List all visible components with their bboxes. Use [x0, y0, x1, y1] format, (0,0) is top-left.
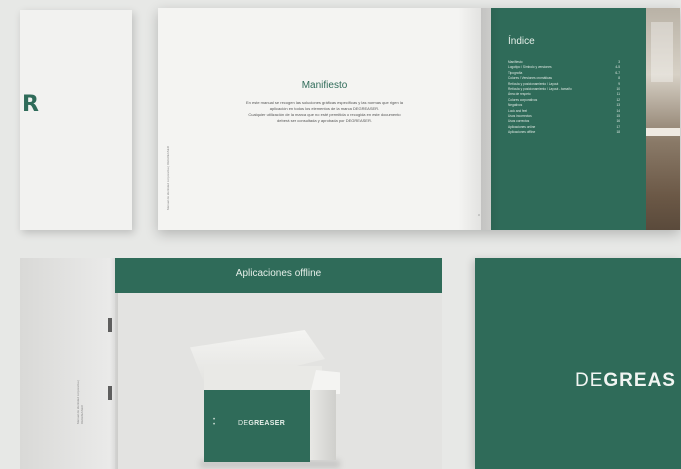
brochure-cover: DEGREAS	[475, 258, 681, 469]
box-side	[310, 390, 336, 460]
product-box: • • DEGREASER	[204, 390, 310, 462]
facing-page	[20, 258, 115, 469]
index-page: Índice Manifiesto 3 Logotipo / Símbolo y …	[491, 8, 680, 230]
box-logo: DEGREASER	[238, 420, 286, 427]
cover-logo: DEGREAS	[575, 370, 676, 391]
index-list: Manifiesto 3 Logotipo / Símbolo y version…	[508, 60, 620, 136]
brochure-spread: Manifiesto En este manual se recogen las…	[158, 8, 680, 230]
spine-shadow	[481, 8, 501, 230]
page-title: Aplicaciones offline	[235, 268, 322, 279]
manifesto-page: Manifiesto En este manual se recogen las…	[158, 8, 491, 230]
spine-label: Manual de identidad corporativa | DEGREA…	[166, 146, 170, 210]
photo-counter	[646, 128, 680, 136]
manifesto-title: Manifiesto	[301, 80, 348, 91]
logo-fragment: R	[22, 92, 39, 117]
left-sheet	[20, 10, 132, 230]
binder-clip	[108, 386, 112, 400]
index-item: Aplicaciones offline 18	[508, 130, 620, 135]
box-marks: • •	[213, 417, 216, 428]
spine-label: Manual de identidad corporativa | DEGREA…	[76, 379, 84, 424]
photo-window-light	[651, 22, 673, 82]
index-title: Índice	[508, 36, 535, 47]
binder-clip	[108, 318, 112, 332]
manifesto-line: deberá ser consultada y aprobada por DEG…	[277, 118, 372, 123]
manifesto-body: En este manual se recogen las soluciones…	[228, 100, 421, 124]
header-band: Aplicaciones offline	[115, 258, 442, 293]
